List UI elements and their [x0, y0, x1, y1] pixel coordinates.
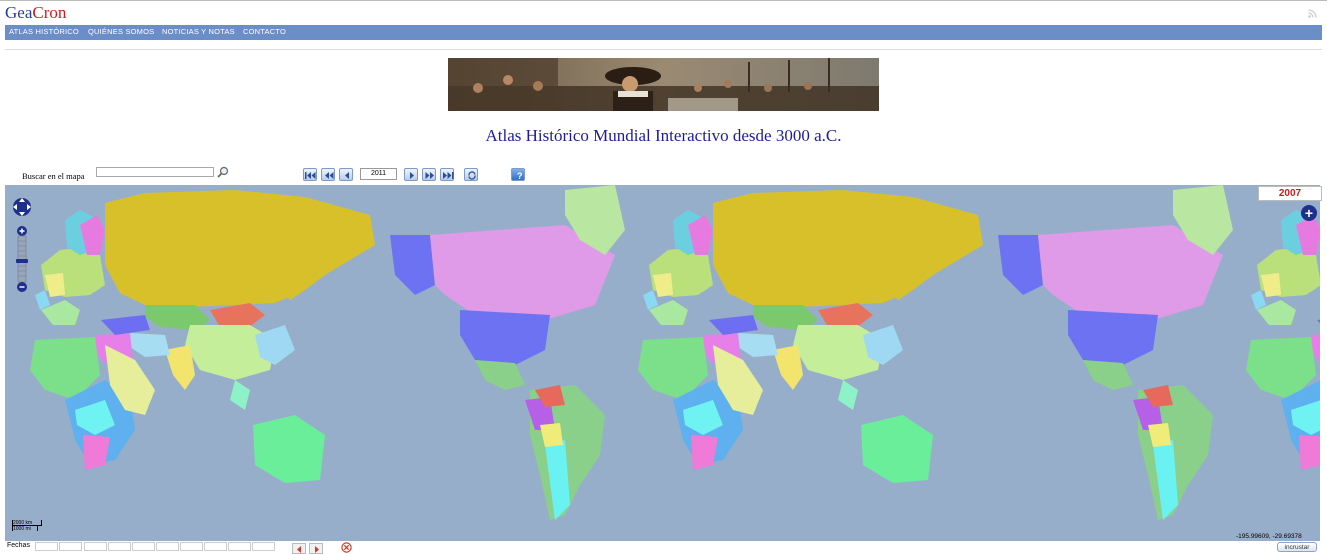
- zoom-slider[interactable]: [16, 226, 28, 292]
- site-logo[interactable]: GeaCron: [5, 3, 66, 22]
- map-scale: 2000 km 1000 mi: [12, 520, 42, 532]
- main-navigation: ATLAS HISTÓRICO QUIÉNES SOMOS NOTICIAS Y…: [5, 25, 1322, 40]
- nav-atlas-historico[interactable]: ATLAS HISTÓRICO: [9, 27, 79, 36]
- first-year-button[interactable]: [303, 168, 317, 181]
- clear-icon[interactable]: [341, 542, 352, 553]
- map-year-label: 2007: [1258, 186, 1322, 201]
- logo-text-cron: Cron: [32, 3, 67, 22]
- scale-mi-label: 1000 mi: [13, 526, 31, 532]
- top-rule: [0, 0, 1327, 1]
- page-title: Atlas Histórico Mundial Interactivo desd…: [485, 126, 842, 145]
- help-icon[interactable]: ?: [511, 168, 525, 181]
- date-cell[interactable]: [180, 542, 203, 551]
- nav-quienes-somos[interactable]: QUIÉNES SOMOS: [88, 27, 154, 36]
- date-cell[interactable]: [228, 542, 251, 551]
- date-cell[interactable]: [132, 542, 155, 551]
- world-map-canvas: [5, 185, 1320, 541]
- logo-text-gea: Gea: [5, 3, 33, 22]
- world-map[interactable]: [5, 185, 1320, 541]
- date-cell[interactable]: [84, 542, 107, 551]
- date-cell[interactable]: [35, 542, 58, 551]
- rewind-button[interactable]: [321, 168, 335, 181]
- divider: [5, 49, 1322, 50]
- previous-year-button[interactable]: [339, 168, 353, 181]
- refresh-icon[interactable]: [464, 168, 478, 181]
- rss-icon[interactable]: [1308, 9, 1317, 18]
- zoom-in-corner-button[interactable]: +: [1301, 205, 1317, 221]
- date-cell[interactable]: [156, 542, 179, 551]
- coordinates-readout: -195.99609, -29.69378: [1236, 533, 1302, 540]
- date-cell[interactable]: [204, 542, 227, 551]
- fast-forward-button[interactable]: [422, 168, 436, 181]
- map-search-input[interactable]: [96, 167, 214, 177]
- pan-control[interactable]: [11, 196, 33, 218]
- last-year-button[interactable]: [440, 168, 454, 181]
- timeline-prev-button[interactable]: [292, 543, 306, 554]
- nav-contacto[interactable]: CONTACTO: [243, 27, 286, 36]
- search-icon[interactable]: [217, 166, 229, 178]
- date-cell[interactable]: [108, 542, 131, 551]
- next-year-button[interactable]: [404, 168, 418, 181]
- search-label: Buscar en el mapa: [22, 171, 85, 181]
- year-input[interactable]: 2011: [360, 168, 397, 180]
- zoom-handle: [16, 259, 28, 263]
- date-cell[interactable]: [59, 542, 82, 551]
- timeline-next-button[interactable]: [309, 543, 323, 554]
- date-cell[interactable]: [252, 542, 275, 551]
- nav-noticias-y-notas[interactable]: NOTICIAS Y NOTAS: [162, 27, 235, 36]
- dates-label: Fechas: [7, 542, 30, 549]
- historical-painting-banner: [448, 58, 879, 111]
- svg-text:?: ?: [517, 171, 523, 180]
- embed-button[interactable]: incrustar: [1277, 542, 1317, 552]
